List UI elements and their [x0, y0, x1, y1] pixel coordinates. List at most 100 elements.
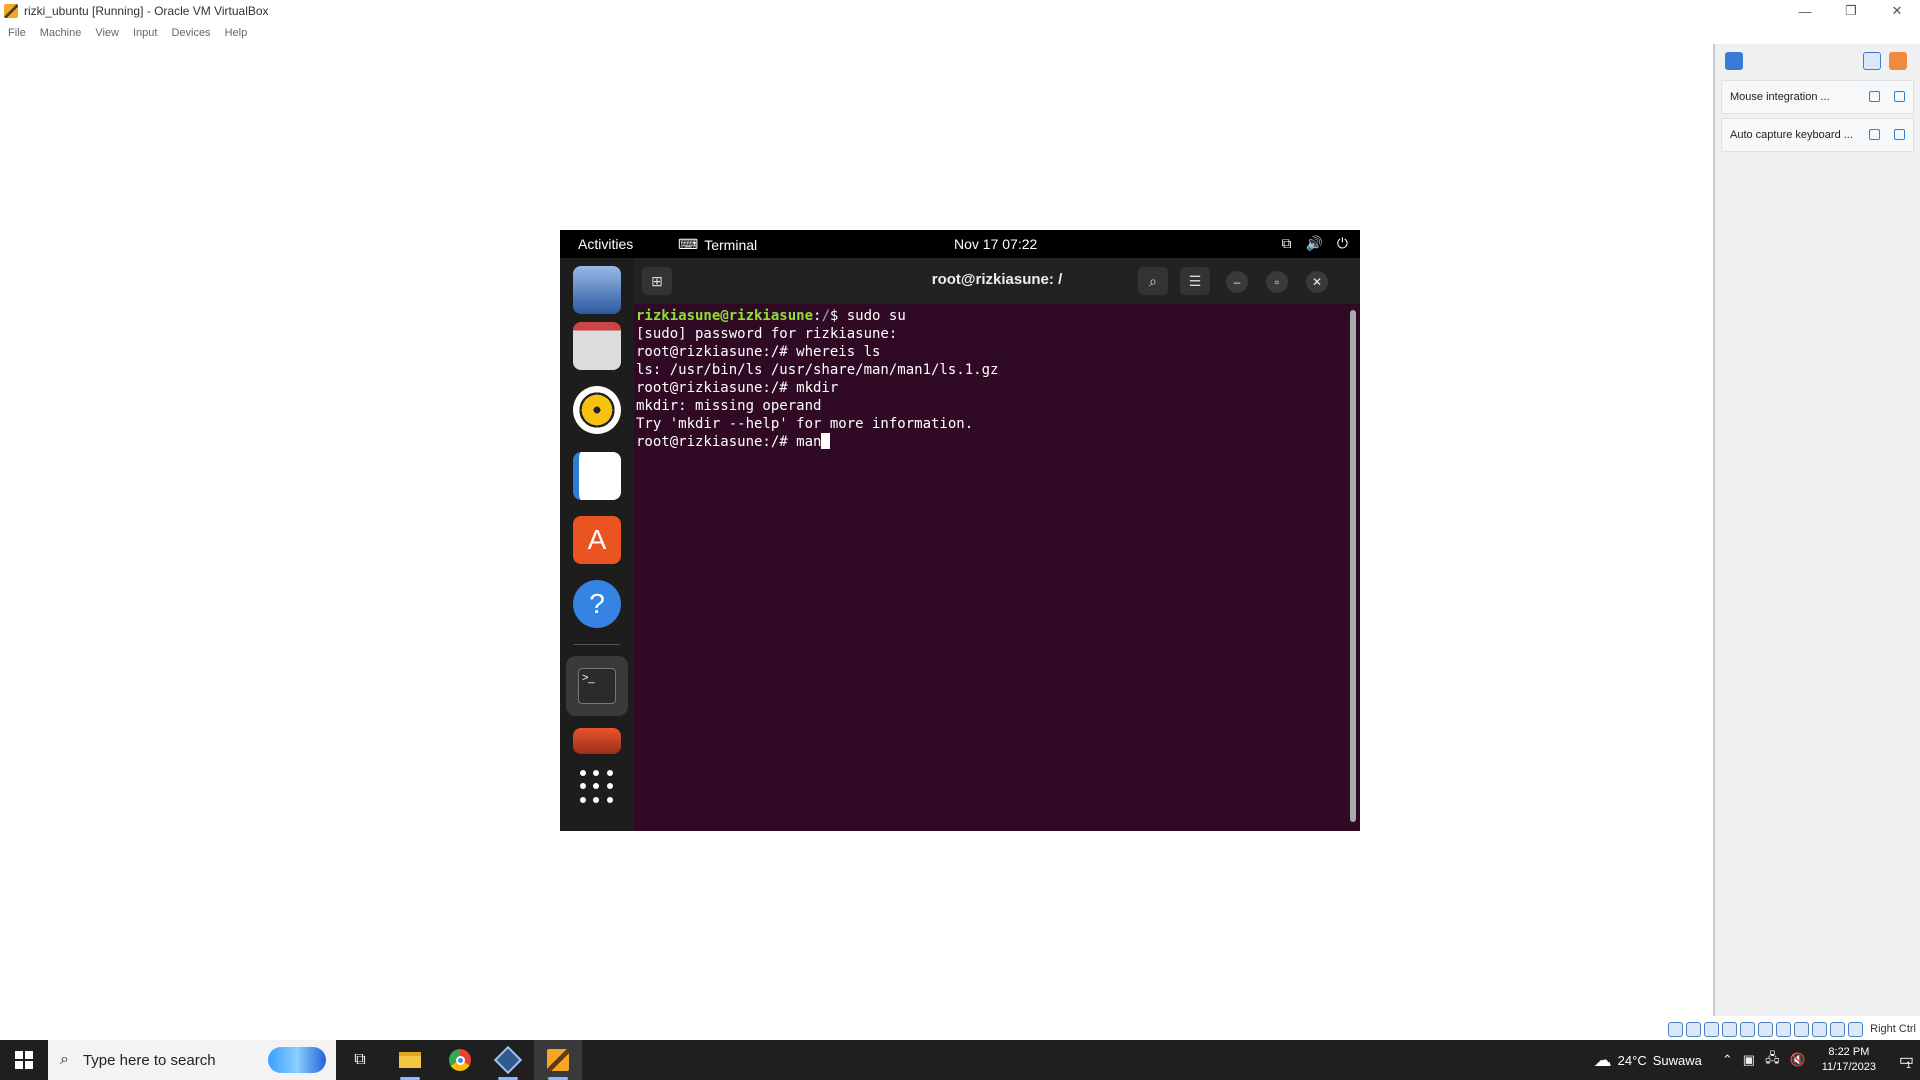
minimize-button[interactable]: — [1782, 0, 1828, 22]
ubuntu-dock: A ? >_ [560, 258, 634, 831]
menu-view[interactable]: View [95, 27, 119, 39]
app-menu-label: Terminal [704, 236, 758, 253]
terminal-app-icon: ⌨ [678, 236, 699, 252]
notification-panel: Mouse integration ... Auto capture keybo… [1713, 44, 1920, 1016]
terminal-line: rizkiasune@rizkiasune:/$ sudo su [636, 307, 1358, 325]
volume-icon: 🔊 [1305, 235, 1323, 251]
app-center-icon[interactable]: A [573, 516, 621, 564]
cpu-icon[interactable] [1812, 1021, 1828, 1037]
file-explorer-button[interactable] [386, 1040, 434, 1080]
weather-widget[interactable]: ☁ 24°C Suwawa [1594, 1050, 1702, 1071]
thunderbird-icon[interactable] [573, 266, 621, 314]
copilot-icon[interactable] [268, 1047, 326, 1073]
system-tray[interactable]: ⧉ 🔊 ⏻ [1281, 235, 1348, 252]
close-notification-icon[interactable] [1894, 91, 1905, 102]
windows-logo-icon [15, 1051, 33, 1069]
notification-auto-capture-keyboard[interactable]: Auto capture keyboard ... [1721, 118, 1914, 152]
close-notification-icon[interactable] [1894, 129, 1905, 140]
notification-panel-header [1715, 44, 1920, 76]
menu-machine[interactable]: Machine [40, 27, 82, 39]
vm-window-button[interactable] [534, 1040, 582, 1080]
terminal-scrollbar[interactable] [1350, 310, 1356, 822]
search-icon: ⌕ [60, 1051, 69, 1068]
display-icon[interactable] [1776, 1021, 1792, 1037]
clock-time: 8:22 PM [1828, 1046, 1870, 1058]
terminal-title: root@rizkiasune: / [931, 271, 1063, 288]
activities-button[interactable]: Activities [578, 236, 633, 252]
search-placeholder: Type here to search [82, 1051, 216, 1069]
task-view-button[interactable]: ⧉ [336, 1040, 384, 1080]
sort-icon[interactable] [1863, 52, 1881, 70]
chrome-button[interactable] [436, 1040, 484, 1080]
terminal-minimize-button[interactable]: – [1226, 271, 1248, 293]
dismiss-all-icon[interactable] [1889, 52, 1907, 70]
gnome-clock[interactable]: Nov 17 07:22 [954, 236, 1037, 252]
keyboard-capture-icon[interactable] [1848, 1021, 1864, 1037]
terminal-close-button[interactable]: ✕ [1306, 271, 1328, 293]
taskbar-clock[interactable]: 8:22 PM 11/17/2023 [1822, 1045, 1876, 1075]
vm-display[interactable]: Activities ⌨ Terminal Nov 17 07:22 ⧉ 🔊 ⏻… [560, 230, 1360, 831]
vm-window-icon [547, 1049, 569, 1071]
clock-date: 11/17/2023 [1821, 1061, 1876, 1073]
window-titlebar: rizki_ubuntu [Running] - Oracle VM Virtu… [0, 0, 1920, 22]
menu-help[interactable]: Help [225, 27, 248, 39]
terminal-dock-icon[interactable]: >_ [566, 656, 628, 716]
task-view-icon: ⧉ [354, 1051, 366, 1068]
do-not-show-again-icon[interactable] [1869, 129, 1880, 140]
optical-drive-icon[interactable] [1686, 1021, 1702, 1037]
terminal-line: mkdir: missing operand [636, 398, 822, 414]
rhythmbox-icon[interactable] [573, 386, 621, 434]
show-apps-icon[interactable] [580, 770, 614, 804]
close-button[interactable]: ✕ [1874, 0, 1920, 22]
terminal-line: root@rizkiasune:/# mkdir [636, 380, 839, 396]
notification-count: 1 [1906, 1060, 1912, 1070]
power-icon: ⏻ [1336, 235, 1348, 251]
menu-devices[interactable]: Devices [171, 27, 210, 39]
virtualbox-manager-button[interactable] [484, 1040, 532, 1080]
restore-button[interactable]: ❐ [1828, 0, 1874, 22]
search-button[interactable]: ⌕ [1138, 267, 1168, 295]
window-title: rizki_ubuntu [Running] - Oracle VM Virtu… [24, 4, 269, 18]
terminal-output[interactable]: rizkiasune@rizkiasune:/$ sudo su [sudo] p… [634, 304, 1360, 831]
terminal-line: Try 'mkdir --help' for more information. [636, 416, 974, 432]
notification-actions [1869, 129, 1905, 140]
do-not-show-again-icon[interactable] [1869, 91, 1880, 102]
network-adapter-icon[interactable] [1722, 1021, 1738, 1037]
hamburger-menu-button[interactable]: ☰ [1180, 267, 1210, 295]
prompt-path: / [821, 308, 830, 324]
notification-mouse-integration[interactable]: Mouse integration ... [1721, 80, 1914, 114]
hard-disk-icon[interactable] [1668, 1021, 1684, 1037]
start-button[interactable] [0, 1040, 48, 1080]
trash-icon[interactable] [573, 728, 621, 754]
help-icon[interactable]: ? [573, 580, 621, 628]
files-icon[interactable] [573, 322, 621, 370]
notification-center-button[interactable]: ▭ 1 [1890, 1040, 1920, 1080]
app-menu[interactable]: ⌨ Terminal [678, 236, 757, 253]
chrome-icon [449, 1049, 471, 1071]
prompt-command: $ sudo su [829, 308, 906, 324]
notification-center-icon[interactable] [1725, 52, 1743, 70]
terminal-line: [sudo] password for rizkiasune: [636, 326, 898, 342]
meet-now-icon[interactable]: ▣ [1743, 1052, 1755, 1068]
terminal-maximize-button[interactable]: ▫ [1266, 271, 1288, 293]
libreoffice-writer-icon[interactable] [573, 452, 621, 500]
terminal-header-bar: ⊞ root@rizkiasune: / ⌕ ☰ – ▫ ✕ [634, 258, 1360, 304]
current-prompt: root@rizkiasune:/# man [636, 434, 822, 450]
recording-icon[interactable] [1794, 1021, 1810, 1037]
menu-file[interactable]: File [8, 27, 26, 39]
taskbar-search[interactable]: ⌕ Type here to search [48, 1040, 336, 1080]
menu-input[interactable]: Input [133, 27, 157, 39]
notification-text: Mouse integration ... [1730, 91, 1830, 103]
shared-folders-icon[interactable] [1758, 1021, 1774, 1037]
mouse-integration-icon[interactable] [1830, 1021, 1846, 1037]
network-icon: ⧉ [1281, 235, 1292, 251]
audio-icon[interactable] [1704, 1021, 1720, 1037]
usb-icon[interactable] [1740, 1021, 1756, 1037]
network-tray-icon[interactable]: 🖧 [1765, 1049, 1780, 1071]
show-hidden-icons-icon[interactable]: ⌃ [1722, 1052, 1733, 1068]
windows-taskbar: ⌕ Type here to search ⧉ ☁ 24°C Suwawa ⌃ … [0, 1040, 1920, 1080]
dock-separator [574, 644, 620, 645]
host-key-label: Right Ctrl [1870, 1023, 1916, 1035]
speaker-muted-icon[interactable]: 🔇 [1790, 1052, 1806, 1068]
virtualbox-cube-icon [493, 1045, 523, 1075]
